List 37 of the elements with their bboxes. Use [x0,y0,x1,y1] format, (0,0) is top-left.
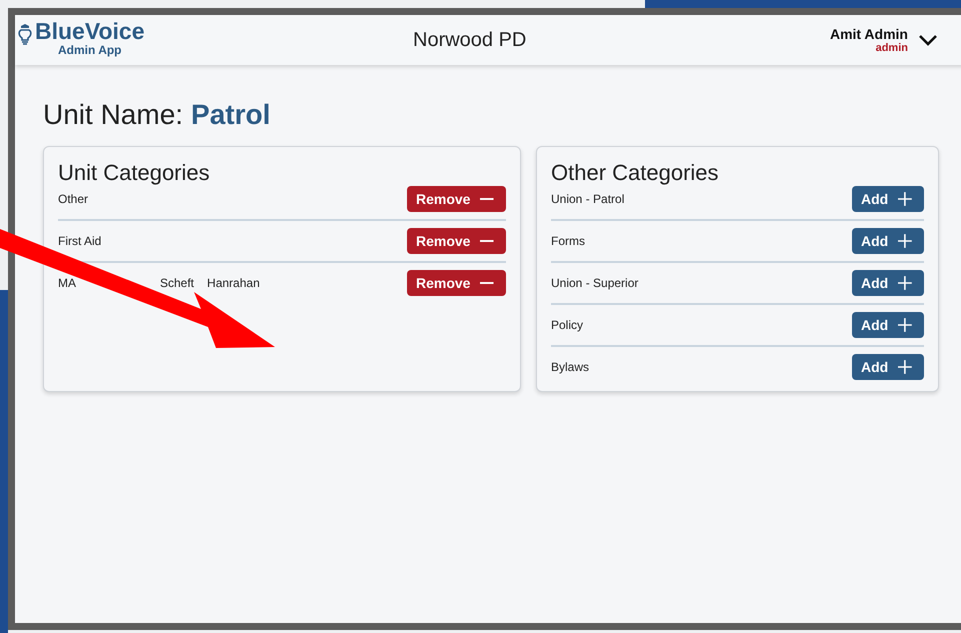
card-title: Unit Categories [58,161,211,185]
add-button[interactable]: Add [852,312,924,338]
minus-icon [480,198,494,200]
plus-icon [898,276,912,290]
add-button[interactable]: Add [852,228,924,254]
app-logo: BlueVoice [35,18,144,44]
remove-button[interactable]: Remove [407,228,506,254]
category-name: Forms [551,234,585,248]
user-role: admin [876,42,908,54]
category-name: MA [58,276,76,290]
category-name: Other [58,192,88,206]
unit-name: Patrol [191,99,270,131]
minus-icon [480,240,494,242]
unit-label: Unit Name: [43,99,184,131]
user-name: Amit Admin [830,26,908,42]
add-button[interactable]: Add [852,270,924,296]
category-name: Scheft [160,276,194,290]
plus-icon [898,234,912,248]
remove-button[interactable]: Remove [407,270,506,296]
plus-icon [898,360,912,374]
chevron-down-icon[interactable] [918,34,938,46]
lightbulb-icon [18,24,32,46]
minus-icon [480,282,494,284]
page-title: Norwood PD [413,28,528,52]
add-button[interactable]: Add [852,186,924,212]
category-name: Hanrahan [207,276,260,290]
app-subtitle: Admin App [58,44,122,56]
category-name: Union - Superior [551,276,638,290]
category-name: Union - Patrol [551,192,624,206]
remove-button[interactable]: Remove [407,186,506,212]
category-name: Policy [551,318,584,332]
category-name: First Aid [58,234,102,248]
card-title: Other Categories [551,161,720,185]
plus-icon [898,318,912,332]
category-name: Bylaws [551,360,590,374]
add-button[interactable]: Add [852,354,924,380]
plus-icon [898,192,912,206]
